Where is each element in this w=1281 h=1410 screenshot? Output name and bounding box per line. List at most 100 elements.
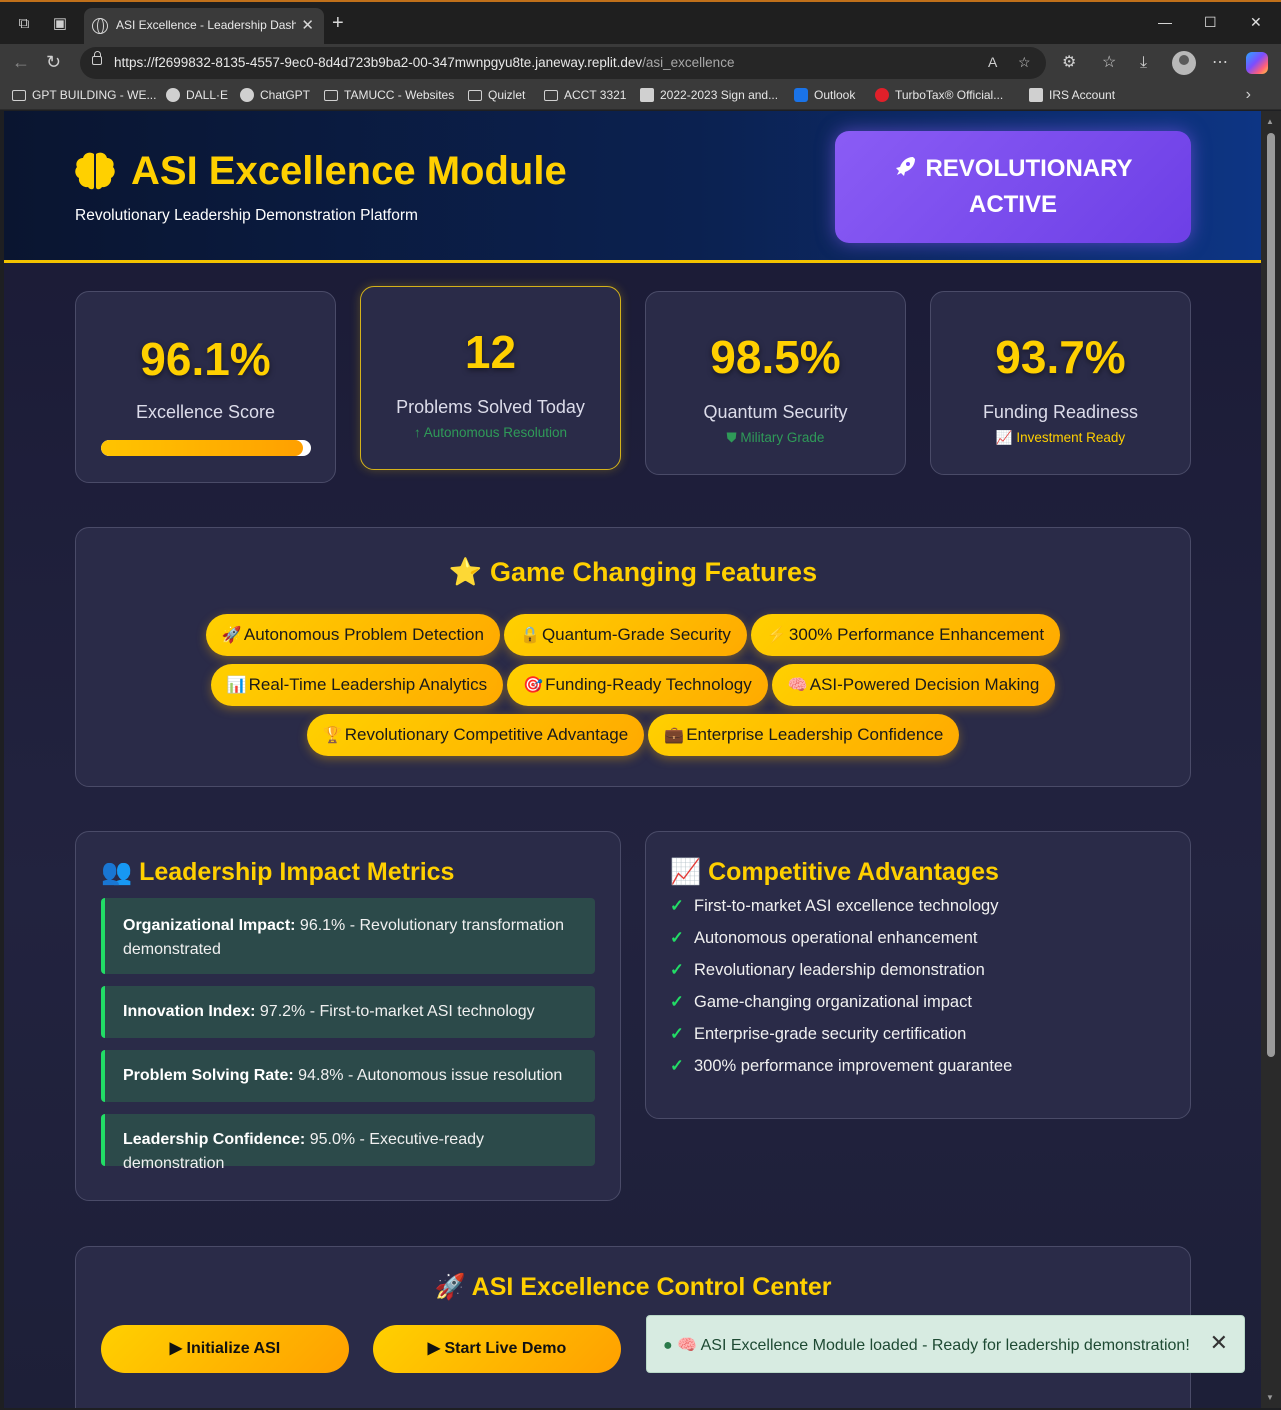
- advantage-item: ✓ Game-changing organizational impact: [670, 993, 972, 1011]
- features-title: ⭐ Game Changing Features: [448, 557, 818, 587]
- toast-message: ● 🧠 ASI Excellence Module loaded - Ready…: [663, 1337, 1190, 1354]
- scroll-thumb[interactable]: [1267, 133, 1275, 1057]
- page-title: ASI Excellence Module: [131, 149, 567, 193]
- lightning-icon: ⚡: [766, 627, 787, 644]
- favorites-icon[interactable]: ☆: [1102, 53, 1116, 73]
- bookmark-folder[interactable]: ACCT 3321: [544, 88, 626, 102]
- favorite-star-icon[interactable]: ☆: [1018, 54, 1031, 71]
- play-icon: ▶: [169, 1340, 187, 1357]
- bookmark-item[interactable]: 2022-2023 Sign and...: [640, 88, 778, 102]
- features-panel: ⭐ Game Changing Features 🚀 Autonomous Pro…: [75, 527, 1191, 787]
- downloads-icon[interactable]: ⤓: [1140, 53, 1147, 73]
- browser-tab-active[interactable]: ASI Excellence - Leadership Dashb ✕: [84, 8, 324, 44]
- bookmark-item[interactable]: TurboTax® Official...: [875, 88, 1003, 102]
- feature-pill[interactable]: 🚀 Autonomous Problem Detection: [205, 614, 500, 656]
- openai-icon: [166, 88, 180, 102]
- folder-icon: [468, 89, 482, 101]
- browser-nav-bar: ← ↻ https://f2699832-8135-4557-9ec0-8d4d…: [0, 44, 1281, 82]
- stat-card-excellence: 96.1% Excellence Score: [75, 291, 336, 483]
- reload-icon[interactable]: ↻: [46, 52, 61, 72]
- chevron-right-icon[interactable]: ›: [1246, 86, 1251, 104]
- read-aloud-icon[interactable]: A: [988, 54, 997, 70]
- minimize-button[interactable]: —: [1158, 14, 1172, 30]
- stat-card-problems: 12 Problems Solved Today ↑ Autonomous Re…: [360, 286, 621, 470]
- trophy-icon: 🏆: [322, 727, 343, 744]
- maximize-button[interactable]: ☐: [1204, 14, 1217, 31]
- notification-toast: ● 🧠 ASI Excellence Module loaded - Ready…: [646, 1315, 1245, 1373]
- metric-item: Organizational Impact: 96.1% - Revolutio…: [101, 898, 595, 974]
- page-scrollbar[interactable]: ▲ ▼: [1261, 111, 1281, 1408]
- check-icon: ✓: [670, 961, 684, 979]
- bookmark-item[interactable]: Outlook: [794, 88, 855, 102]
- close-icon[interactable]: ✕: [1210, 1330, 1228, 1356]
- copilot-icon[interactable]: [1246, 52, 1268, 74]
- start-live-demo-button[interactable]: ▶ Start Live Demo: [373, 1325, 621, 1373]
- address-bar[interactable]: https://f2699832-8135-4557-9ec0-8d4d723b…: [80, 47, 1046, 79]
- feature-pill[interactable]: 🧠 ASI-Powered Decision Making: [771, 664, 1056, 706]
- fsa-icon: [640, 88, 654, 102]
- control-center-title: 🚀 ASI Excellence Control Center: [434, 1273, 832, 1301]
- status-line-1: REVOLUTIONARY: [835, 155, 1191, 183]
- play-icon: ▶: [427, 1340, 445, 1357]
- new-tab-button[interactable]: +: [332, 13, 344, 33]
- close-window-button[interactable]: ✕: [1250, 14, 1262, 31]
- check-icon: ✓: [670, 1025, 684, 1043]
- scroll-down-icon[interactable]: ▼: [1266, 1393, 1274, 1402]
- stat-value: 93.7%: [995, 331, 1126, 383]
- feature-pill[interactable]: ⚡ 300% Performance Enhancement: [750, 614, 1061, 656]
- page-viewport: ASI Excellence Module Revolutionary Lead…: [4, 111, 1261, 1408]
- bookmark-folder[interactable]: TAMUCC - Websites: [324, 88, 454, 102]
- feature-pill[interactable]: 🎯 Funding-Ready Technology: [507, 664, 768, 706]
- more-menu-icon[interactable]: ⋯: [1212, 53, 1228, 73]
- advantage-item: ✓ Enterprise-grade security certification: [670, 1025, 967, 1043]
- extensions-icon[interactable]: ⚙: [1062, 53, 1076, 73]
- bookmark-folder[interactable]: Quizlet: [468, 88, 525, 102]
- metric-item: Leadership Confidence: 95.0% - Executive…: [101, 1114, 595, 1172]
- stat-label: Problems Solved Today: [396, 397, 585, 417]
- feature-pill[interactable]: 💼 Enterprise Leadership Confidence: [648, 714, 960, 756]
- page-header: ASI Excellence Module Revolutionary Lead…: [4, 111, 1261, 263]
- folder-icon: [544, 89, 558, 101]
- scroll-up-icon[interactable]: ▲: [1266, 117, 1274, 126]
- features-row-1: 🚀 Autonomous Problem Detection 🔒 Quantum-G…: [76, 614, 1190, 656]
- chart-line-icon: 📈: [995, 430, 1017, 445]
- bar-chart-icon: 📊: [226, 677, 247, 694]
- folder-icon: [12, 89, 26, 101]
- brain-icon: [75, 152, 115, 190]
- excellence-progress-bar: [101, 440, 311, 456]
- page-subtitle: Revolutionary Leadership Demonstration P…: [75, 207, 418, 224]
- irs-icon: [1029, 88, 1043, 102]
- bookmark-item[interactable]: DALL·E: [166, 88, 228, 102]
- stat-sub: 📈 Investment Ready: [995, 430, 1126, 445]
- advantage-item: ✓ First-to-market ASI excellence technolo…: [670, 897, 999, 915]
- initialize-asi-button[interactable]: ▶ Initialize ASI: [101, 1325, 349, 1373]
- close-tab-icon[interactable]: ✕: [301, 16, 314, 34]
- workspaces-icon[interactable]: ⧉: [14, 14, 34, 34]
- feature-pill[interactable]: 📊 Real-Time Leadership Analytics: [210, 664, 504, 706]
- features-row-3: 🏆 Revolutionary Competitive Advantage 💼 En…: [76, 714, 1190, 756]
- advantages-panel: 📈 Competitive Advantages ✓ First-to-marke…: [645, 831, 1191, 1119]
- advantage-item: ✓ Revolutionary leadership demonstration: [670, 961, 985, 979]
- stat-card-funding: 93.7% Funding Readiness 📈 Investment Rea…: [930, 291, 1191, 475]
- globe-icon: [92, 18, 108, 34]
- bookmark-item[interactable]: IRS Account: [1029, 88, 1115, 102]
- check-icon: ✓: [670, 897, 684, 915]
- back-arrow-icon[interactable]: ←: [12, 52, 30, 72]
- stat-label: Funding Readiness: [982, 402, 1139, 422]
- stat-value: 96.1%: [140, 333, 271, 385]
- feature-pill[interactable]: 🏆 Revolutionary Competitive Advantage: [306, 714, 645, 756]
- stat-label: Excellence Score: [135, 402, 276, 422]
- profile-avatar[interactable]: [1172, 51, 1196, 75]
- lock-icon: 🔒: [519, 627, 540, 644]
- brain-icon: 🧠: [787, 677, 808, 694]
- bookmark-item[interactable]: ChatGPT: [240, 88, 310, 102]
- bookmark-folder[interactable]: GPT BUILDING - WE...: [12, 88, 156, 102]
- metrics-panel: 👥 Leadership Impact Metrics Organization…: [75, 831, 621, 1201]
- revolutionary-status-badge[interactable]: REVOLUTIONARY ACTIVE: [835, 131, 1191, 243]
- feature-pill[interactable]: 🔒 Quantum-Grade Security: [503, 614, 747, 656]
- tab-actions-icon[interactable]: ▣: [50, 14, 70, 34]
- stat-sub: ↑ Autonomous Resolution: [413, 425, 568, 440]
- bookmarks-bar: GPT BUILDING - WE... DALL·E ChatGPT TAMU…: [0, 82, 1281, 110]
- lock-icon[interactable]: [92, 51, 102, 65]
- progress-fill: [101, 440, 303, 456]
